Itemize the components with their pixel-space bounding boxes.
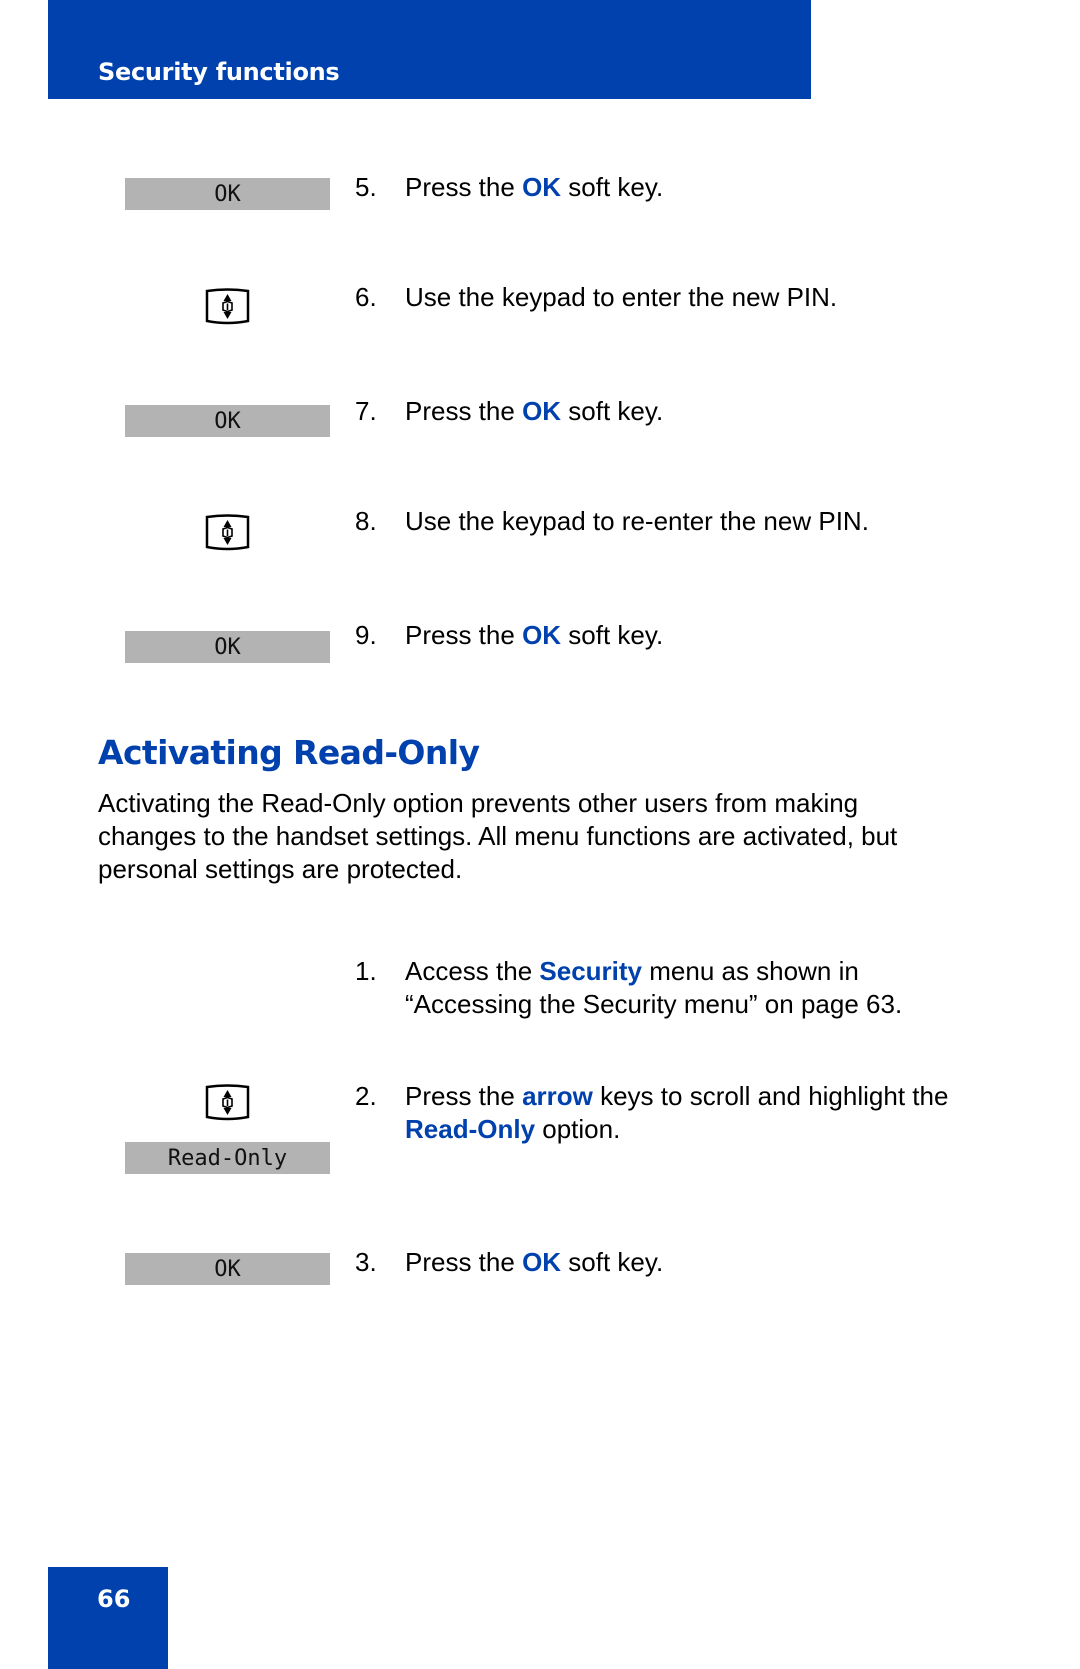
read-only-option-name: Read-Only (405, 1114, 536, 1144)
step-text-cont: Read-Only option. (405, 1114, 621, 1144)
ok-key-name: OK (522, 396, 562, 426)
step-number: 6. (355, 282, 377, 312)
step-number: 3. (355, 1247, 377, 1277)
step-text: Press the OK soft key. (405, 396, 664, 426)
step-number: 5. (355, 172, 377, 202)
softkey-label: OK (214, 181, 241, 207)
page-number: 66 (97, 1585, 131, 1613)
arrow-keys-name: arrow (522, 1081, 593, 1111)
paragraph-line: personal settings are protected. (98, 854, 463, 884)
softkey-label: OK (214, 634, 241, 660)
ok-key-name: OK (522, 1247, 562, 1277)
security-menu-name: Security (539, 956, 643, 986)
step-number: 7. (355, 396, 377, 426)
step-text-cont: “Accessing the Security menu” on page 63… (405, 988, 902, 1021)
navigation-key-icon (205, 288, 250, 325)
page-number-tab: 66 (48, 1567, 168, 1669)
section-paragraph: Activating the Read-Only option prevents… (98, 787, 998, 886)
step-text: Press the arrow keys to scroll and highl… (405, 1081, 949, 1111)
step-number: 9. (355, 620, 377, 650)
display-label: Read-Only (167, 1145, 288, 1171)
ok-key-name: OK (522, 620, 562, 650)
step-text: Access the Security menu as shown in (405, 956, 859, 986)
ok-softkey-display: OK (125, 178, 330, 210)
ok-softkey-display: OK (125, 405, 330, 437)
section-title: Activating Read-Only (98, 733, 480, 772)
paragraph-line: changes to the handset settings. All men… (98, 821, 898, 851)
cross-reference-link: “Accessing the Security menu” on page 63… (405, 989, 903, 1019)
ok-key-name: OK (522, 172, 562, 202)
step-text: Press the OK soft key. (405, 172, 664, 202)
navigation-key-icon (205, 514, 250, 551)
step-text: Use the keypad to enter the new PIN. (405, 282, 838, 312)
step-number: 8. (355, 506, 377, 536)
read-only-display: Read-Only (125, 1142, 330, 1174)
chapter-header: Security functions (48, 0, 811, 99)
step-number: 1. (355, 956, 377, 986)
ok-softkey-display: OK (125, 631, 330, 663)
step-number: 2. (355, 1081, 377, 1111)
step-text: Use the keypad to re-enter the new PIN. (405, 506, 869, 536)
ok-softkey-display: OK (125, 1253, 330, 1285)
softkey-label: OK (214, 408, 241, 434)
paragraph-line: Activating the Read-Only option prevents… (98, 788, 859, 818)
chapter-title: Security functions (98, 58, 340, 86)
step-text: Press the OK soft key. (405, 1247, 664, 1277)
step-text: Press the OK soft key. (405, 620, 664, 650)
softkey-label: OK (214, 1256, 241, 1282)
navigation-key-icon (205, 1084, 250, 1121)
